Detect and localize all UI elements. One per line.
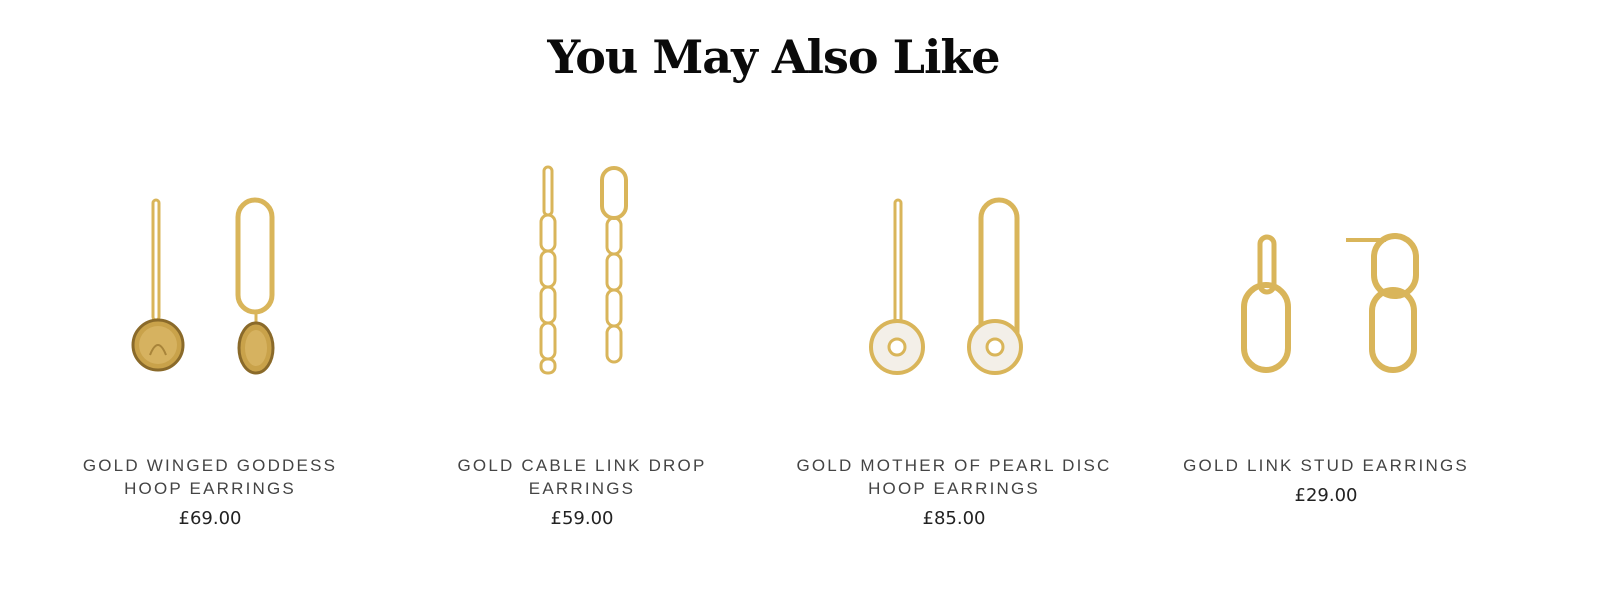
section-title: You May Also Like [547, 30, 1000, 84]
product-image[interactable] [402, 140, 762, 440]
pearl-disc-hoop-earrings-icon [869, 197, 1023, 375]
product-image[interactable] [1146, 140, 1506, 440]
chain-drop-earrings-icon [539, 165, 628, 375]
product-card[interactable]: GOLD CABLE LINK DROP EARRINGS £59.00 [402, 140, 762, 529]
coin-hoop-earrings-icon [131, 197, 275, 375]
product-image[interactable] [774, 140, 1134, 440]
product-name[interactable]: GOLD LINK STUD EARRINGS [1146, 454, 1506, 477]
product-card[interactable]: GOLD LINK STUD EARRINGS £29.00 [1146, 140, 1506, 506]
product-image[interactable] [30, 140, 390, 440]
product-price: £69.00 [178, 508, 242, 529]
product-price: £85.00 [922, 508, 986, 529]
product-price: £29.00 [1294, 485, 1358, 506]
product-card[interactable]: GOLD WINGED GODDESS HOOP EARRINGS £69.00 [30, 140, 390, 529]
product-price: £59.00 [550, 508, 614, 529]
link-stud-earrings-icon [1241, 233, 1419, 373]
product-name[interactable]: GOLD MOTHER OF PEARL DISC HOOP EARRINGS [774, 454, 1134, 500]
product-name[interactable]: GOLD WINGED GODDESS HOOP EARRINGS [30, 454, 390, 500]
product-name[interactable]: GOLD CABLE LINK DROP EARRINGS [402, 454, 762, 500]
product-card[interactable]: GOLD MOTHER OF PEARL DISC HOOP EARRINGS … [774, 140, 1134, 529]
